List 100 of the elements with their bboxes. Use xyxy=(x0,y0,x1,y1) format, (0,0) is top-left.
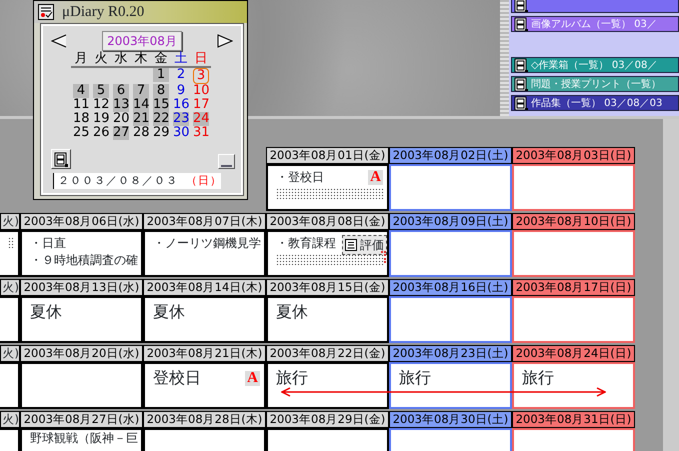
day-cell[interactable]: 旅行 xyxy=(266,362,389,409)
day-header: 2003年08月07日(木) xyxy=(143,213,266,230)
calendar-day[interactable]: 30 xyxy=(173,126,189,140)
day-cell[interactable]: 夏休 xyxy=(266,296,389,343)
calendar-day[interactable]: 18 xyxy=(73,112,89,126)
day-header: 火) xyxy=(0,345,20,362)
calendar-day[interactable]: 27 xyxy=(113,126,129,140)
calendar-day[interactable]: 8 xyxy=(153,84,169,98)
tooltip-text: 評価 xyxy=(360,237,384,254)
event-text[interactable]: 夏休 xyxy=(153,301,185,323)
calendar-day[interactable]: 28 xyxy=(133,126,149,140)
cabinet-icon xyxy=(514,77,529,91)
day-header: 2003年08月14日(木) xyxy=(143,279,266,296)
calendar-day[interactable]: 22 xyxy=(153,112,169,126)
calendar-day[interactable]: 1 xyxy=(153,68,169,82)
event-text[interactable]: 夏休 xyxy=(276,301,308,323)
cabinet-icon xyxy=(514,17,529,31)
shortcut-item[interactable]: 作品集（一覧） 03／08／03 xyxy=(511,95,679,111)
day-header: 2003年08月31日(日) xyxy=(512,411,635,428)
day-cell[interactable] xyxy=(389,230,512,277)
day-cell[interactable] xyxy=(20,362,143,409)
event-text[interactable]: ・ノーリツ鋼機見学 xyxy=(153,235,261,252)
day-cell[interactable] xyxy=(389,296,512,343)
cabinet-button[interactable] xyxy=(51,149,71,169)
day-header: 2003年08月13日(水) xyxy=(20,279,143,296)
dotted-bar xyxy=(8,237,15,248)
calendar-day[interactable]: 6 xyxy=(113,84,129,98)
calendar-day[interactable]: 12 xyxy=(93,98,109,112)
day-header: 2003年08月21日(木) xyxy=(143,345,266,362)
shortcut-item[interactable] xyxy=(511,0,679,13)
alert-badge: A xyxy=(368,170,383,185)
day-header: 2003年08月02日(土) xyxy=(389,147,512,164)
day-cell[interactable]: ・教育課程 評価 xyxy=(266,230,389,277)
calendar-day[interactable]: 26 xyxy=(93,126,109,140)
calendar-day[interactable]: 23 xyxy=(173,112,189,126)
day-header: 2003年08月16日(土) xyxy=(389,279,512,296)
day-header: 2003年08月09日(土) xyxy=(389,213,512,230)
weekday-label: 土 xyxy=(171,51,191,68)
day-cell[interactable]: 旅行 xyxy=(512,362,635,409)
day-cell[interactable]: 夏休 xyxy=(20,296,143,343)
calendar-day[interactable]: 5 xyxy=(93,84,109,98)
calendar-day[interactable]: 29 xyxy=(153,126,169,140)
event-text[interactable]: 夏休 xyxy=(30,301,62,323)
minimize-button[interactable] xyxy=(218,154,235,169)
day-cell[interactable] xyxy=(389,164,512,211)
event-text[interactable]: 登校日 xyxy=(153,367,201,389)
calendar-day[interactable]: 2 xyxy=(173,68,189,82)
day-cell[interactable] xyxy=(512,296,635,343)
window-title: μDiary R0.20 xyxy=(62,2,144,22)
day-cell[interactable] xyxy=(512,230,635,277)
day-cell[interactable]: 野球観戦（阪神－巨 xyxy=(20,428,143,451)
previous-month-icon xyxy=(51,34,67,48)
calendar-day[interactable]: 7 xyxy=(133,84,149,98)
day-cell[interactable]: ・登校日 A xyxy=(266,164,389,211)
day-header: 火) xyxy=(0,411,20,428)
event-text[interactable]: ・日直 xyxy=(30,235,66,252)
day-header: 2003年08月24日(日) xyxy=(512,345,635,362)
day-header: 2003年08月17日(日) xyxy=(512,279,635,296)
day-cell xyxy=(0,362,20,409)
weekday-label: 日 xyxy=(191,51,211,68)
calendar-day[interactable]: 15 xyxy=(153,98,169,112)
minimize-icon xyxy=(221,164,232,168)
calendar-day[interactable]: 25 xyxy=(73,126,89,140)
calendar-day[interactable]: 20 xyxy=(113,112,129,126)
event-text[interactable]: 野球観戦（阪神－巨 xyxy=(30,430,138,447)
calendar-day[interactable]: 13 xyxy=(113,98,129,112)
date-field[interactable]: ２００３／０８／０３ （日） xyxy=(53,173,221,189)
event-text[interactable]: 旅行 xyxy=(276,367,308,389)
calendar-day[interactable]: 11 xyxy=(73,98,89,112)
date-weekday: （日） xyxy=(186,173,222,189)
event-text[interactable]: ・９時地積調査の確 xyxy=(30,252,138,269)
calendar-day[interactable]: 16 xyxy=(173,98,189,112)
calendar-day[interactable]: 14 xyxy=(133,98,149,112)
weekday-label: 火 xyxy=(91,51,111,68)
day-cell[interactable]: ・ノーリツ鋼機見学 xyxy=(143,230,266,277)
day-cell[interactable]: ・日直 ・９時地積調査の確 xyxy=(20,230,143,277)
day-header: 火) xyxy=(0,279,20,296)
calendar-day[interactable]: 19 xyxy=(93,112,109,126)
weekday-label: 水 xyxy=(111,51,131,68)
calendar-day[interactable]: 21 xyxy=(133,112,149,126)
month-label[interactable]: 2003年08月 xyxy=(102,31,182,51)
alert-badge: A xyxy=(245,370,260,386)
calendar-day[interactable]: 9 xyxy=(173,84,189,98)
event-text[interactable]: ・登校日 xyxy=(276,169,324,186)
app-icon xyxy=(38,4,54,20)
event-text[interactable]: 旅行 xyxy=(522,367,554,389)
day-header: 2003年08月22日(金) xyxy=(266,345,389,362)
shortcut-item[interactable]: 画像アルバム（一覧） 03／ xyxy=(511,16,679,32)
day-cell[interactable]: 登校日 A xyxy=(143,362,266,409)
day-cell[interactable] xyxy=(512,164,635,211)
calendar-day[interactable]: 4 xyxy=(73,84,89,98)
day-cell[interactable]: 夏休 xyxy=(143,296,266,343)
day-header: 2003年08月03日(日) xyxy=(512,147,635,164)
day-cell[interactable]: 旅行 xyxy=(389,362,512,409)
date-value: ２００３／０８／０３ xyxy=(58,173,178,189)
day-header: 2003年08月27日(水) xyxy=(20,411,143,428)
day-header: 2003年08月10日(日) xyxy=(512,213,635,230)
event-text[interactable]: ・教育課程 xyxy=(276,235,336,252)
cabinet-icon xyxy=(514,0,529,12)
event-text[interactable]: 旅行 xyxy=(399,367,431,389)
